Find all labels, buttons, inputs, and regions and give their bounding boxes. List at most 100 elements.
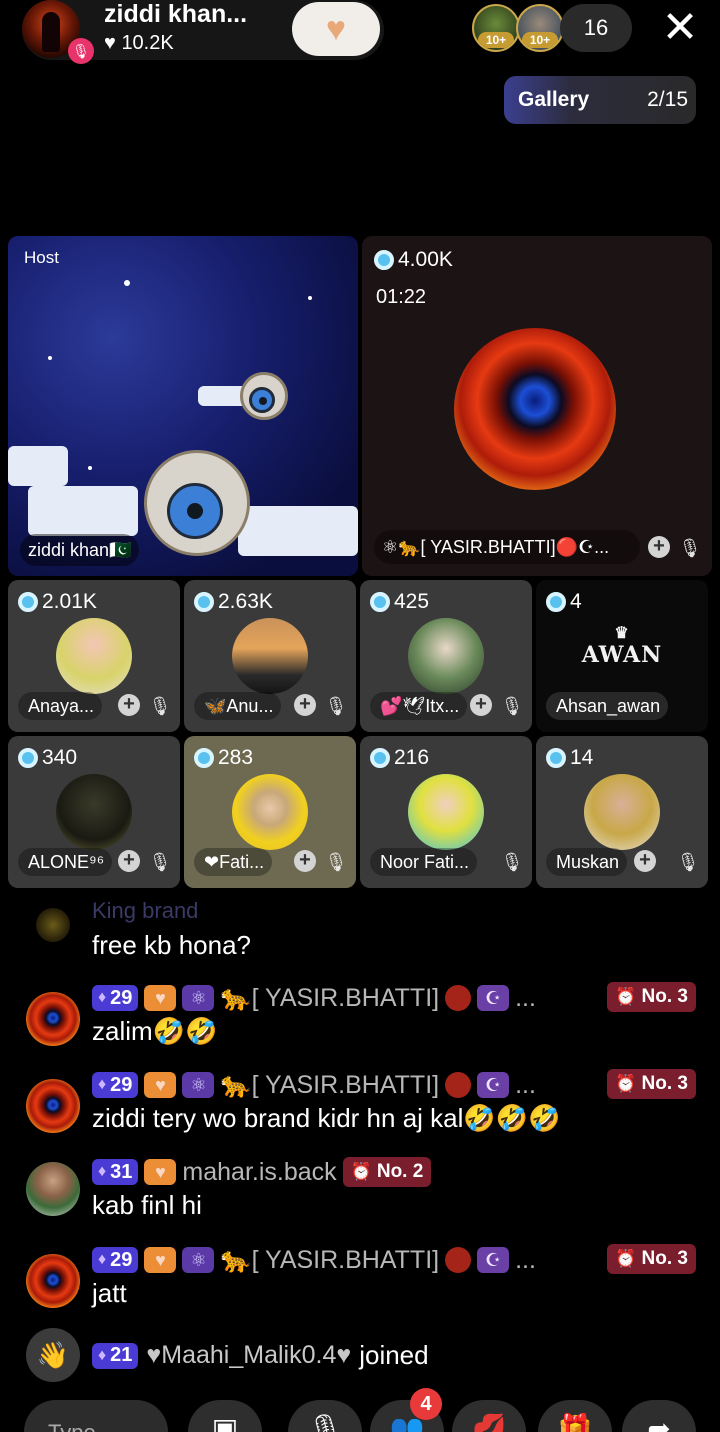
heart-icon: ♥ (104, 32, 122, 54)
guest-name: Ahsan_awan (546, 692, 669, 720)
chat-avatar[interactable] (26, 1162, 80, 1216)
mic-off-icon: 🎙 (676, 852, 700, 872)
rank-badge: ⏰ No. 3 (607, 1069, 696, 1099)
chat-avatar[interactable] (26, 1079, 80, 1133)
viewer-level-badge: 10+ (478, 32, 514, 48)
gallery-button[interactable]: Gallery 2/15 (504, 76, 696, 124)
camera-off-icon[interactable]: ▣ (188, 1400, 262, 1432)
guest-name: Anaya... (18, 692, 103, 720)
guest-seat-tile[interactable]: 283 ❤Fati... + 🎙 (184, 736, 356, 888)
viewer-count-button[interactable]: 16 (560, 4, 632, 52)
level-badge: ♦ 29 (92, 985, 139, 1011)
add-friend-button[interactable]: + (470, 694, 492, 716)
guest-name: ⚛🐆[ YASIR.BHATTI]🔴☪... (374, 530, 640, 564)
coin-icon (546, 592, 566, 612)
heart-icon: ♥ (325, 10, 347, 48)
wave-hand-icon[interactable]: 👋 (26, 1328, 80, 1382)
chat-avatar[interactable] (26, 1254, 80, 1308)
coin-icon (370, 748, 390, 768)
atom-icon: ⚛ (182, 1072, 215, 1098)
add-friend-button[interactable]: + (294, 850, 316, 872)
chat-text: zalim🤣🤣 (92, 1016, 218, 1046)
tile-coins: 216 (370, 746, 429, 770)
add-friend-button[interactable]: + (634, 850, 656, 872)
mic-off-icon: 🎙 (500, 852, 524, 872)
top-viewer-avatar[interactable]: 10+ (472, 4, 520, 52)
red-dot-icon (445, 1072, 472, 1098)
share-icon[interactable]: ➦ (622, 1400, 696, 1432)
close-icon[interactable]: ✕ (656, 6, 704, 50)
gem-icon: ♦ (98, 989, 107, 1006)
guest-avatar (408, 618, 484, 694)
gallery-label: Gallery (518, 88, 590, 111)
coin-icon (18, 592, 38, 612)
guest-seat-tile[interactable]: 340 ALONE⁹⁶ + 🎙 (8, 736, 180, 888)
atom-icon: ⚛ (182, 1247, 215, 1273)
guest-seat-tile[interactable]: 2.63K 🦋Anu... + 🎙 (184, 580, 356, 732)
gem-icon: ♦ (98, 1163, 107, 1180)
guest-name: ALONE⁹⁶ (18, 848, 113, 876)
top-viewer-avatar[interactable]: 10+ (516, 4, 564, 52)
guest-seat-tile[interactable]: 4 ♛ AWAN Ahsan_awan (536, 580, 708, 732)
tile-coins: 340 (18, 746, 77, 770)
chat-header: ♦ 31 ♥ mahar.is.back ⏰ No. 2 (92, 1157, 432, 1187)
chat-input[interactable]: Type... (24, 1400, 168, 1432)
add-friend-button[interactable]: + (118, 850, 140, 872)
call-timer: 01:22 (376, 286, 427, 308)
notification-badge: 4 (410, 1388, 442, 1420)
chat-username: 🐆[ YASIR.BHATTI] (220, 1245, 440, 1274)
coin-icon (194, 592, 214, 612)
join-text: ♦ 21 ♥Maahi_Malik0.4♥ joined (92, 1340, 429, 1371)
guest-avatar (454, 328, 616, 490)
guest-seat-tile[interactable]: 216 Noor Fati... 🎙 (360, 736, 532, 888)
guest-seat-tile[interactable]: 425 💕🕊Itx... + 🎙 (360, 580, 532, 732)
add-friend-button[interactable]: + (294, 694, 316, 716)
joined-username: ♥Maahi_Malik0.4♥ (146, 1341, 352, 1369)
moon-icon: ☪ (477, 985, 510, 1011)
gift-icon[interactable]: 🎁 (538, 1400, 612, 1432)
heart-badge-icon: ♥ (144, 1247, 177, 1273)
crown-icon: ♛ (614, 623, 630, 642)
guest-seat-tile[interactable]: 2.01K Anaya... + 🎙 (8, 580, 180, 732)
add-friend-button[interactable]: + (118, 694, 140, 716)
mic-icon[interactable]: 🎙 (288, 1400, 362, 1432)
chat-avatar[interactable] (36, 908, 70, 942)
guest-avatar (232, 774, 308, 850)
mic-off-icon: 🎙 (324, 696, 348, 716)
guest-avatar (56, 774, 132, 850)
chat-header: ♦ 29 ♥ ⚛ 🐆[ YASIR.BHATTI] ☪ ... (92, 984, 536, 1012)
host-tile-name: ziddi khan🇵🇰 (20, 534, 140, 566)
coin-icon (546, 748, 566, 768)
coin-icon (194, 748, 214, 768)
chat-text: free kb hona? (92, 930, 252, 960)
chat-text: jatt (92, 1278, 127, 1308)
alarm-icon: ⏰ (350, 1162, 372, 1181)
chat-text: ziddi tery wo brand kidr hn aj kal🤣🤣🤣 (92, 1103, 561, 1133)
mic-off-icon: 🎙 (148, 852, 172, 872)
guest-name: Muskan (546, 848, 628, 876)
name-ellipsis: ... (515, 1070, 536, 1099)
guest-name: 🦋Anu... (194, 692, 282, 720)
chat-text: kab finl hi (92, 1190, 202, 1220)
level-badge: ♦ 29 (92, 1072, 139, 1098)
level-badge: ♦ 29 (92, 1247, 139, 1273)
guest-name: Noor Fati... (370, 848, 478, 876)
chat-header: ♦ 29 ♥ ⚛ 🐆[ YASIR.BHATTI] ☪ ... (92, 1246, 536, 1274)
guest-seat-tile[interactable]: 14 Muskan + 🎙 (536, 736, 708, 888)
gallery-page: 2/15 (647, 88, 688, 111)
guest-avatar (408, 774, 484, 850)
gem-icon: ♦ (98, 1251, 107, 1268)
tile-coins: 14 (546, 746, 593, 770)
lips-icon[interactable]: 💋 (452, 1400, 526, 1432)
alarm-icon: ⏰ (615, 1249, 637, 1268)
follow-heart-button[interactable]: ♥ (292, 2, 380, 56)
add-friend-button[interactable]: + (648, 536, 670, 558)
host-video-tile[interactable]: Host ziddi khan🇵🇰 (8, 236, 358, 576)
tile-coins: 2.01K (18, 590, 97, 614)
host-likes-count: 10.2K (121, 32, 174, 54)
guest-video-tile[interactable]: 4.00K 01:22 ⚛🐆[ YASIR.BHATTI]🔴☪... + 🎙 (362, 236, 712, 576)
chat-avatar[interactable] (26, 992, 80, 1046)
join-notice: 👋 ♦ 21 ♥Maahi_Malik0.4♥ joined (0, 1328, 720, 1384)
mic-off-icon: 🎙 (324, 852, 348, 872)
tile-coins: 283 (194, 746, 253, 770)
